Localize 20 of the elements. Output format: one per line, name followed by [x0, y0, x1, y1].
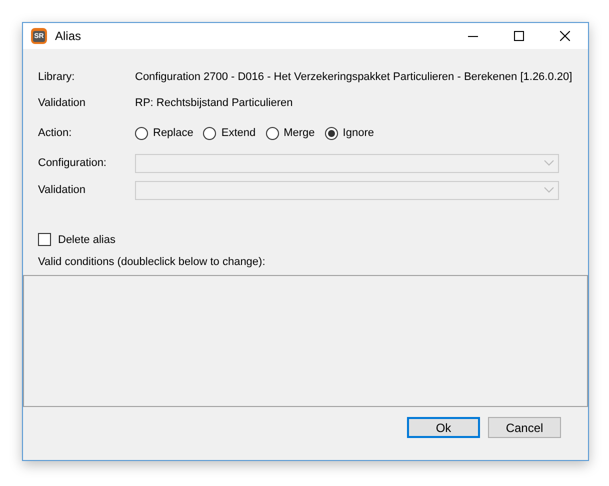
chevron-down-icon — [544, 187, 554, 193]
field-label: Action: — [38, 127, 73, 139]
field-value: RP: Rechtsbijstand Particulieren — [135, 97, 293, 109]
dialog-button[interactable]: Cancel — [488, 417, 561, 438]
radio-option[interactable]: Ignore — [324, 126, 374, 140]
radio-option[interactable]: Extend — [203, 126, 256, 140]
field-label: Library: — [38, 71, 76, 83]
dialog-button[interactable]: Ok — [407, 417, 480, 438]
window-title: Alias — [55, 29, 82, 43]
field-label: Validation — [38, 184, 86, 196]
field-label: Validation — [38, 97, 86, 109]
radio-option[interactable]: Merge — [266, 126, 315, 140]
delete-alias-checkbox[interactable]: Delete alias — [38, 233, 573, 246]
maximize-icon[interactable] — [514, 31, 524, 41]
conditions-label: Valid conditions (doubleclick below to change): — [38, 256, 266, 268]
close-icon[interactable] — [560, 31, 570, 41]
radio-option[interactable]: Replace — [135, 126, 194, 140]
field-value: Configuration 2700 - D016 - Het Verzekeringspakket Particulieren - Berekenen [1.26.0.20] — [135, 71, 572, 83]
field-label: Configuration: — [38, 157, 108, 169]
chevron-down-icon — [544, 160, 554, 166]
